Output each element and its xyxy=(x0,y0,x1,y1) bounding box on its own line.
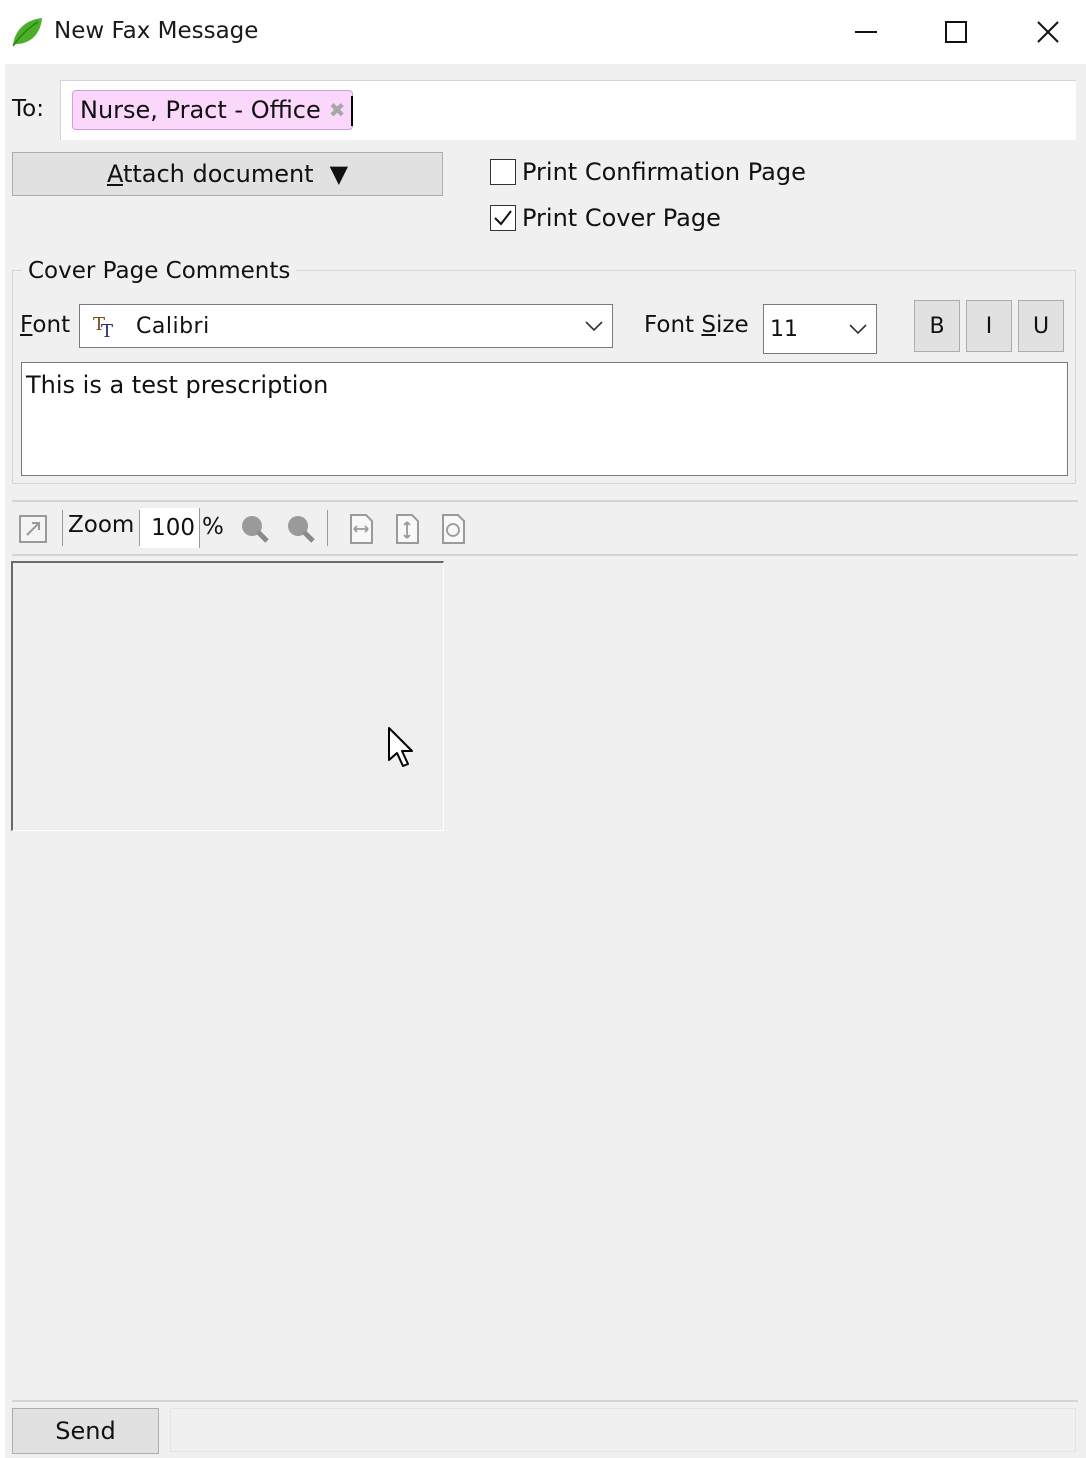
fit-height-button[interactable] xyxy=(390,512,424,546)
cover-comments-textarea[interactable]: This is a test prescription xyxy=(21,362,1068,476)
fit-page-button[interactable] xyxy=(436,512,470,546)
group-title: Cover Page Comments xyxy=(22,258,297,284)
fit-height-icon xyxy=(396,514,419,544)
divider xyxy=(12,500,1078,502)
fit-width-icon xyxy=(350,514,373,544)
print-confirmation-option[interactable]: Print Confirmation Page xyxy=(490,158,806,186)
truetype-font-icon: T T xyxy=(93,314,113,340)
zoom-in-button[interactable] xyxy=(238,512,272,546)
maximize-button[interactable] xyxy=(910,0,1002,64)
zoom-label: Zoom xyxy=(68,512,135,538)
print-cover-label: Print Cover Page xyxy=(522,204,721,232)
minimize-icon xyxy=(855,31,877,33)
recipient-chip-label: Nurse, Pract - Office xyxy=(80,96,321,124)
divider xyxy=(12,1400,1078,1402)
fit-width-button[interactable] xyxy=(344,512,378,546)
chevron-down-icon xyxy=(585,321,603,332)
font-size-value: 11 xyxy=(770,316,798,342)
expand-icon xyxy=(19,515,47,543)
zoom-input[interactable]: 100 xyxy=(140,508,200,548)
document-preview[interactable] xyxy=(11,561,444,831)
print-cover-checkbox[interactable] xyxy=(490,205,516,231)
chevron-down-icon xyxy=(849,324,867,335)
font-size-dropdown[interactable]: 11 xyxy=(763,304,877,354)
green-leaf-icon xyxy=(10,16,44,48)
close-button[interactable] xyxy=(1002,0,1086,64)
toolbar-separator xyxy=(327,510,328,546)
zoom-in-icon xyxy=(242,516,269,543)
text-caret xyxy=(351,96,353,126)
close-icon xyxy=(1037,21,1059,43)
divider xyxy=(12,554,1078,556)
fit-page-icon xyxy=(442,514,465,544)
bold-button[interactable]: B xyxy=(914,300,960,352)
mouse-cursor-icon xyxy=(386,726,416,774)
send-button[interactable]: Send xyxy=(12,1408,159,1454)
attach-document-button[interactable]: Attach document ▼ xyxy=(12,152,443,196)
italic-button[interactable]: I xyxy=(966,300,1012,352)
print-confirmation-label: Print Confirmation Page xyxy=(522,158,806,186)
to-label: To: xyxy=(12,96,44,122)
recipient-chip[interactable]: Nurse, Pract - Office ✖ xyxy=(72,90,353,130)
font-value: Calibri xyxy=(136,313,210,339)
zoom-percent-label: % xyxy=(202,514,224,540)
zoom-out-icon xyxy=(288,516,315,543)
font-size-label: Font Size xyxy=(644,312,749,338)
remove-recipient-icon[interactable]: ✖ xyxy=(329,98,346,122)
svg-text:T: T xyxy=(101,321,113,340)
zoom-out-button[interactable] xyxy=(284,512,318,546)
maximize-icon xyxy=(945,21,967,43)
underline-button[interactable]: U xyxy=(1018,300,1064,352)
window-title: New Fax Message xyxy=(54,18,259,44)
attach-document-label: Attach document xyxy=(106,160,314,188)
checkmark-icon xyxy=(494,210,512,226)
toolbar-separator xyxy=(62,510,63,546)
minimize-button[interactable] xyxy=(820,0,912,64)
print-cover-option[interactable]: Print Cover Page xyxy=(490,204,721,232)
font-dropdown[interactable]: T T Calibri xyxy=(79,304,613,348)
status-area xyxy=(170,1408,1076,1452)
expand-button[interactable] xyxy=(16,512,50,546)
print-confirmation-checkbox[interactable] xyxy=(490,159,516,185)
dropdown-arrow-icon: ▼ xyxy=(329,160,349,188)
font-label: Font xyxy=(20,312,71,338)
